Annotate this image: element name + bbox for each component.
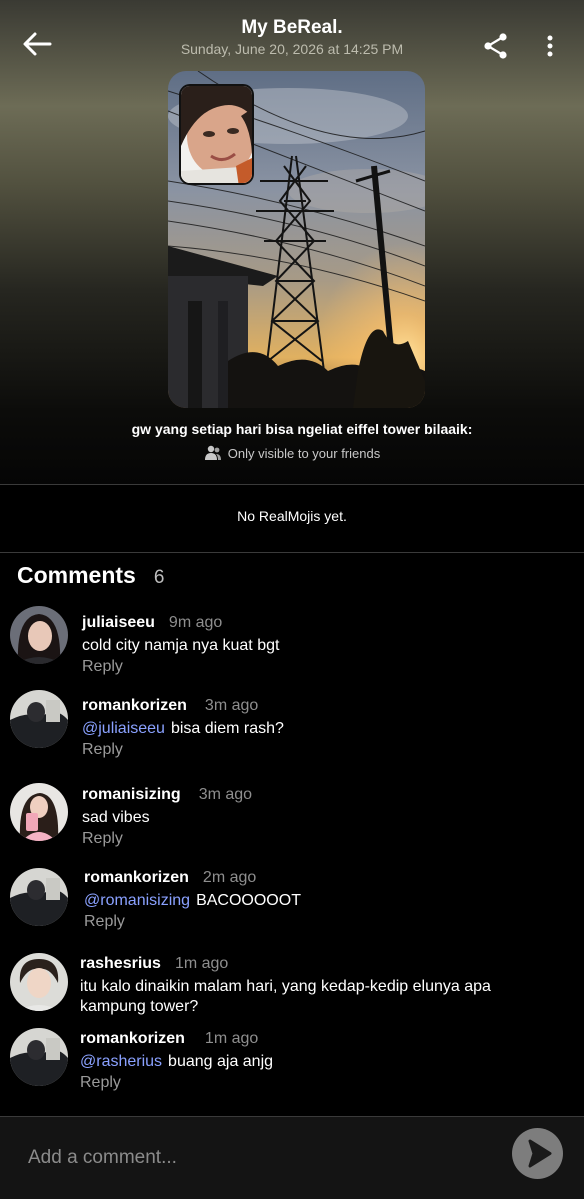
comment-composer	[0, 1117, 584, 1199]
avatar[interactable]	[10, 1028, 68, 1086]
post-caption: gw yang setiap hari bisa ngeliat eiffel …	[131, 421, 473, 437]
more-options-button[interactable]	[540, 34, 560, 58]
realmojis-empty: No RealMojis yet.	[237, 508, 347, 524]
comment-mention[interactable]: @rasherius	[80, 1053, 162, 1070]
comment-username[interactable]: romankorizen	[82, 697, 187, 714]
friends-icon	[204, 445, 221, 460]
reply-button[interactable]: Reply	[82, 658, 123, 676]
comments-title: Comments	[17, 562, 136, 588]
comment-mention[interactable]: @juliaiseeu	[82, 720, 165, 737]
comment-time: 1m ago	[204, 1030, 259, 1047]
comment-text: sad vibes	[82, 809, 150, 826]
share-icon	[484, 33, 507, 59]
more-vertical-icon	[547, 35, 553, 57]
avatar[interactable]	[10, 868, 68, 926]
comment-text: itu kalo dinaikin malam hari, yang kedap…	[80, 978, 491, 1015]
divider	[0, 484, 584, 485]
reply-button[interactable]: Reply	[80, 1074, 121, 1092]
comment-time: 2m ago	[202, 869, 257, 886]
reply-button[interactable]: Reply	[84, 913, 125, 931]
comment-username[interactable]: romanisizing	[82, 786, 181, 803]
comment-text: BACOOOOOT	[196, 892, 301, 909]
send-icon	[528, 1139, 552, 1168]
comment-text: bisa diem rash?	[170, 720, 284, 737]
comment-text: cold city namja nya kuat bgt	[82, 637, 280, 654]
comment-username[interactable]: rashesrius	[80, 955, 161, 972]
comment-username[interactable]: juliaiseeu	[82, 614, 155, 631]
comment-username[interactable]: romankorizen	[80, 1030, 185, 1047]
front-camera-photo[interactable]	[179, 84, 254, 185]
comment-time: 9m ago	[168, 614, 223, 631]
visibility-note: Only visible to your friends	[0, 445, 584, 461]
comment-time: 3m ago	[204, 697, 259, 714]
visibility-label: Only visible to your friends	[227, 445, 381, 461]
share-button[interactable]	[482, 32, 510, 60]
comments-count: 6	[153, 567, 165, 588]
avatar[interactable]	[10, 953, 68, 1011]
comment-time: 1m ago	[174, 955, 229, 972]
comment-mention[interactable]: @romanisizing	[84, 892, 190, 909]
avatar[interactable]	[10, 606, 68, 664]
avatar[interactable]	[10, 690, 68, 748]
send-button[interactable]	[512, 1128, 563, 1179]
avatar[interactable]	[10, 783, 68, 841]
reply-button[interactable]: Reply	[82, 830, 123, 848]
comment-username[interactable]: romankorizen	[84, 869, 189, 886]
comment-input[interactable]	[28, 1145, 488, 1171]
comments-header: Comments 6	[17, 562, 164, 589]
comment-text: buang aja anjg	[168, 1053, 274, 1070]
divider	[0, 552, 584, 553]
comment-time: 3m ago	[198, 786, 253, 803]
reply-button[interactable]: Reply	[82, 741, 123, 759]
